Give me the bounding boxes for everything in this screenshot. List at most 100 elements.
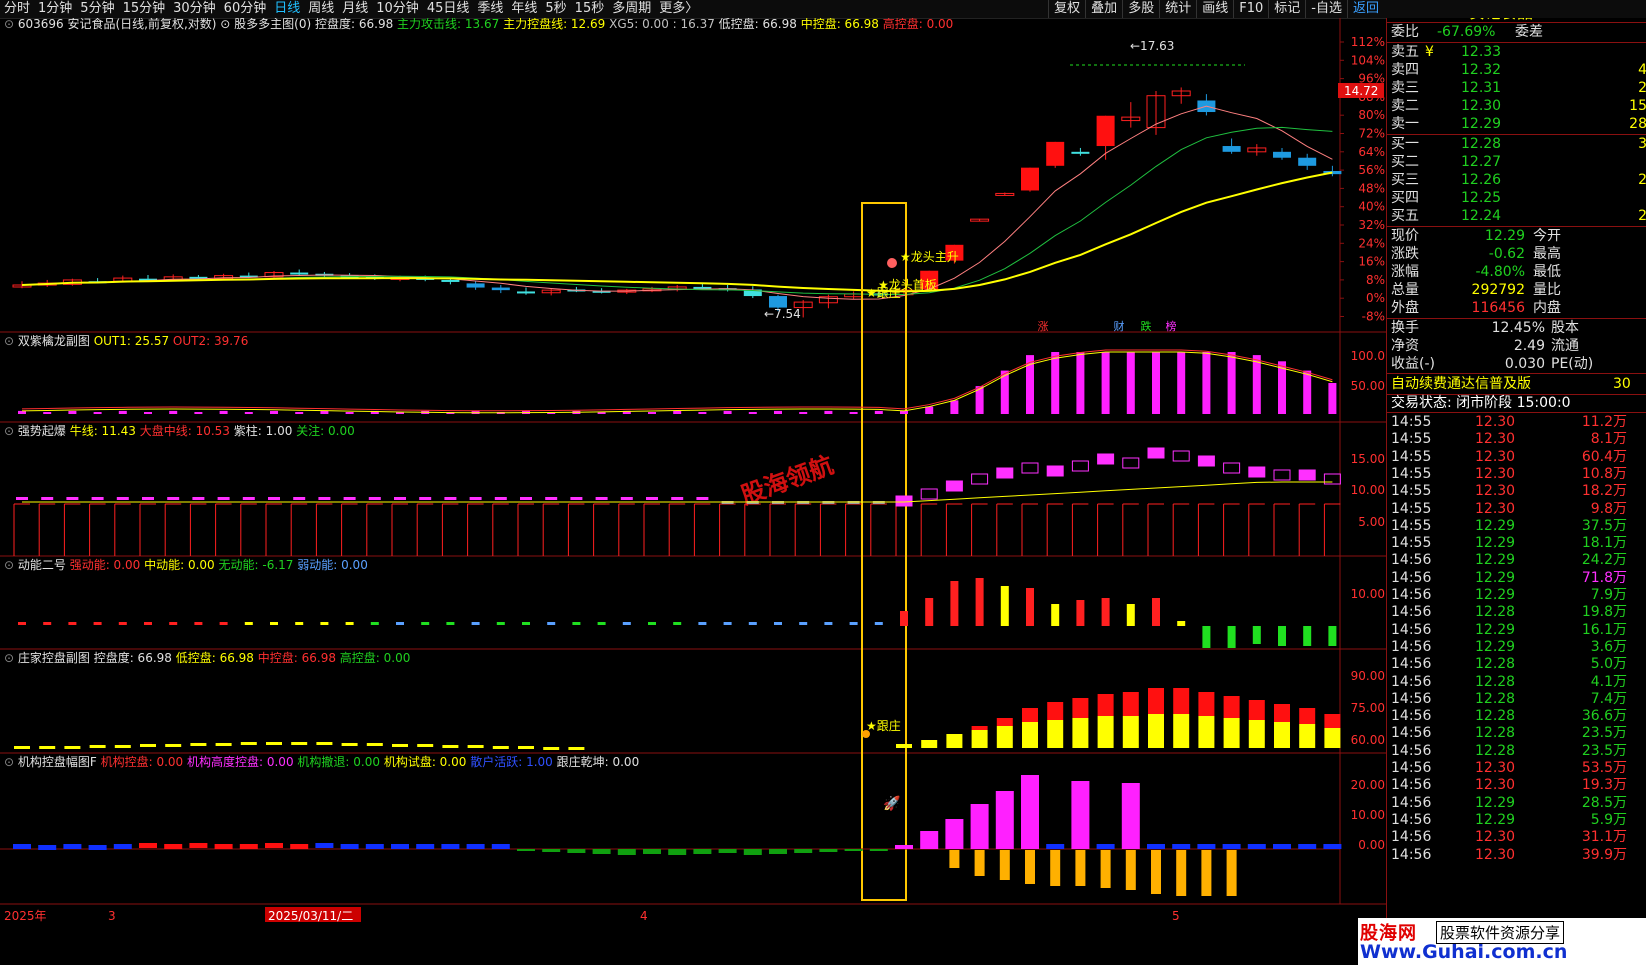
- jigou-y-tick: 20.00: [1351, 778, 1385, 792]
- jigou-title: ⊙ 机构控盘幅图F 机构控盘: 0.00 机构高度控盘: 0.00 机构撤退: …: [4, 754, 639, 769]
- period-tab-1[interactable]: 1分钟: [34, 0, 76, 18]
- tool-button-1[interactable]: 叠加: [1085, 0, 1122, 18]
- period-tab-3[interactable]: 15分钟: [119, 0, 170, 18]
- stat-row: 涨跌 -0.62 最高: [1387, 245, 1646, 264]
- zhuangjia-yellow-bar: [165, 744, 182, 747]
- quote-cell: 18.1万: [1581, 535, 1627, 552]
- stat-row: 现价 12.29 今开: [1387, 227, 1646, 246]
- qiangshi-purple-bar: [167, 497, 180, 500]
- tick-row: 14:56 12.29 71.8万: [1387, 569, 1646, 588]
- tool-button-4[interactable]: 画线: [1196, 0, 1233, 18]
- dongneng-bar: [1126, 604, 1135, 626]
- candle-body: [1096, 115, 1115, 147]
- tick-row: 14:56 12.29 3.6万: [1387, 638, 1646, 657]
- quote-cell: 卖四: [1391, 62, 1419, 78]
- period-tab-15[interactable]: 多周期: [608, 0, 655, 18]
- quote-cell: 12.30: [1475, 777, 1516, 794]
- quote-cell: 14:56: [1391, 673, 1432, 690]
- qiangshi-purple-box: [1046, 465, 1064, 477]
- jigou-small-bar: [441, 844, 460, 849]
- tool-button-5[interactable]: F10: [1233, 0, 1268, 18]
- qiangshi-purple-bar: [545, 497, 558, 500]
- price-tag-text: 14.72: [1344, 84, 1378, 98]
- period-tab-2[interactable]: 5分钟: [76, 0, 118, 18]
- jigou-green-bar: [769, 849, 787, 854]
- quote-cell: 卖一: [1391, 116, 1419, 132]
- period-tab-0[interactable]: 分时: [0, 0, 34, 18]
- period-tab-6[interactable]: 日线: [270, 0, 304, 18]
- zhuangjia-yellow-bar: [291, 742, 308, 745]
- dongneng-bar: [723, 622, 732, 625]
- period-tab-4[interactable]: 30分钟: [169, 0, 220, 18]
- qiangshi-purple-box: [1172, 450, 1190, 462]
- tick-row: 14:56 12.29 7.9万: [1387, 586, 1646, 605]
- zhuangjia-yellow-bar: [392, 744, 408, 747]
- quote-cell: 14:56: [1391, 552, 1432, 569]
- jigou-blue-bar: [1247, 844, 1266, 849]
- dongneng-bar: [1303, 626, 1312, 646]
- tool-buttons: 复权 叠加 多股 统计 画线 F10 标记 -自选 返回: [1048, 0, 1384, 18]
- tool-button-2[interactable]: 多股: [1122, 0, 1159, 18]
- quote-cell: 流通: [1551, 338, 1579, 354]
- quote-cell: 14:56: [1391, 638, 1432, 655]
- quote-cell: 2: [1638, 207, 1646, 226]
- zhuangjia-red-block: [1072, 698, 1089, 718]
- qiangshi-purple-bar: [268, 497, 280, 500]
- qiangshi-purple-bar: [318, 497, 331, 500]
- qiangshi-title: ⊙ 强势起爆 牛线: 11.43 大盘中线: 10.53 紫柱: 1.00 关注…: [4, 423, 355, 438]
- tool-button-7[interactable]: -自选: [1305, 0, 1347, 18]
- jigou-small-bar: [365, 844, 384, 849]
- quote-cell: 14:55: [1391, 414, 1432, 430]
- quote-cell: 3: [1638, 135, 1646, 154]
- tick-row: 14:56 12.30 19.3万: [1387, 776, 1646, 795]
- qiangshi-purple-box: [1197, 455, 1215, 467]
- qiangshi-y-tick: 5.00: [1358, 515, 1385, 529]
- tool-button-3[interactable]: 统计: [1159, 0, 1196, 18]
- quote-cell: 14:55: [1391, 500, 1432, 517]
- time-axis-label: 5: [1172, 909, 1180, 923]
- tool-button-8[interactable]: 返回: [1346, 0, 1384, 18]
- period-tab-13[interactable]: 5秒: [541, 0, 570, 18]
- period-tab-14[interactable]: 15秒: [571, 0, 609, 18]
- quote-cell: 2: [1638, 79, 1646, 98]
- jigou-green-bar: [617, 849, 636, 855]
- dongneng-bar: [874, 622, 883, 625]
- jigou-small-bar: [340, 844, 359, 849]
- tool-button-0[interactable]: 复权: [1048, 0, 1085, 18]
- qiangshi-purple-box: [1147, 447, 1165, 459]
- dongneng-bar: [43, 622, 52, 625]
- period-tab-9[interactable]: 10分钟: [372, 0, 423, 18]
- period-tab-11[interactable]: 季线: [473, 0, 507, 18]
- period-tab-5[interactable]: 60分钟: [220, 0, 271, 18]
- tool-button-6[interactable]: 标记: [1268, 0, 1305, 18]
- quote-cell: 3.6万: [1590, 638, 1627, 655]
- quote-cell: 12.28: [1461, 136, 1502, 152]
- quote-cell: 15: [1629, 98, 1646, 114]
- zhuangjia-yellow-bar: [114, 745, 131, 748]
- period-tab-8[interactable]: 月线: [338, 0, 372, 18]
- period-tab-10[interactable]: 45日线: [423, 0, 474, 18]
- dongneng-bar: [1051, 604, 1060, 626]
- period-tab-16[interactable]: 更多〉: [655, 0, 702, 18]
- period-tab-12[interactable]: 年线: [507, 0, 541, 18]
- main-y-tick: 72%: [1358, 127, 1385, 141]
- candle-body: [1021, 167, 1039, 191]
- quote-cell: 买二: [1391, 154, 1419, 170]
- stock-chart[interactable]: ←17.63←7.54★龙头主升★龙头首板★跟庄涨财跌榜股海领航112%104%…: [0, 18, 1386, 965]
- quote-panel: R603696安记食品委比-67.69%委差卖五¥12.33卖四12.324卖三…: [1386, 18, 1646, 965]
- jigou-magenta-bar: [945, 819, 964, 849]
- jigou-gold-bar: [1050, 850, 1061, 886]
- quote-cell: 14:55: [1391, 483, 1432, 500]
- quote-cell: 卖二: [1391, 98, 1419, 114]
- jigou-blue-bar: [1222, 844, 1241, 849]
- shuangzi-bar: [748, 412, 757, 414]
- period-tab-7[interactable]: 周线: [304, 0, 338, 18]
- dongneng-bar: [975, 578, 984, 626]
- zhuangjia-yellow-block: [1148, 714, 1164, 748]
- quote-cell: 12.30: [1475, 414, 1516, 430]
- tick-row: 14:56 12.29 16.1万: [1387, 621, 1646, 640]
- low-price-label: ←7.54: [764, 307, 801, 321]
- quote-cell: 12.28: [1475, 690, 1516, 707]
- quote-cell: 39.9万: [1581, 846, 1627, 863]
- shuangzi-bar: [320, 410, 329, 414]
